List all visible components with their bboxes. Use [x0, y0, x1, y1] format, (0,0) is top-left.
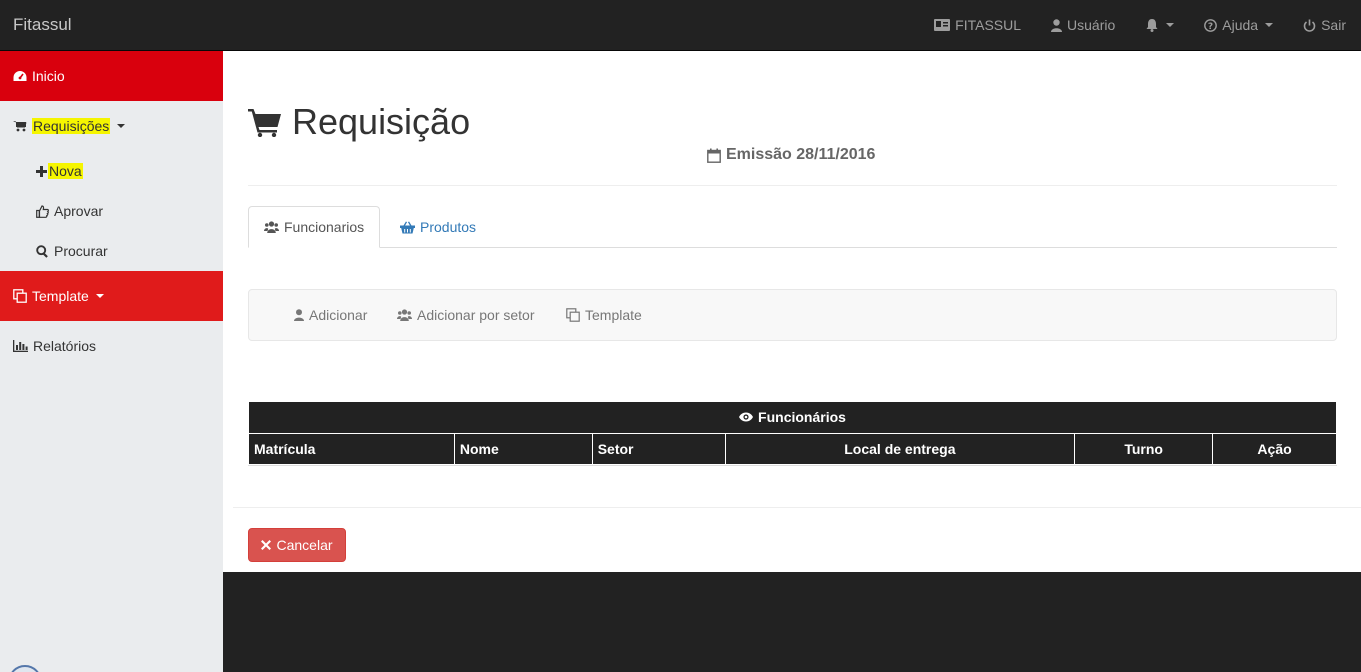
bar-chart-icon	[13, 340, 28, 352]
add-by-sector-label: Adicionar por setor	[417, 307, 535, 323]
nav-logout-label: Sair	[1321, 17, 1346, 33]
employees-table: Funcionários Matrícula Nome Setor Local …	[248, 402, 1337, 465]
plus-icon	[36, 165, 47, 177]
divider	[248, 185, 1337, 186]
main-content: Requisição Emissão 28/11/2016 Funcionari…	[223, 51, 1361, 572]
nav-help[interactable]: ? Ajuda	[1189, 0, 1288, 50]
shopping-cart-icon	[13, 120, 27, 132]
bell-icon	[1145, 18, 1159, 32]
sidebar-item-aprovar[interactable]: Aprovar	[0, 191, 223, 231]
table-bottom-border	[248, 465, 1337, 466]
power-icon	[1303, 19, 1316, 32]
copy-icon	[566, 308, 580, 322]
table-caption: Funcionários	[248, 402, 1337, 434]
column-header-setor[interactable]: Setor	[591, 433, 726, 465]
nav-help-label: Ajuda	[1222, 17, 1259, 33]
sidebar-label-requisicoes: Requisições	[32, 118, 111, 134]
emission-date: Emissão 28/11/2016	[707, 146, 875, 164]
column-header-nome[interactable]: Nome	[453, 433, 593, 465]
tab-funcionarios[interactable]: Funcionarios	[248, 206, 381, 248]
sidebar-label-procurar: Procurar	[54, 243, 108, 259]
sidebar: Inicio Requisições Nova Aprovar Procurar…	[0, 51, 223, 672]
nav-logout[interactable]: Sair	[1288, 0, 1361, 50]
sidebar-item-relatorios[interactable]: Relatórios	[0, 326, 223, 366]
user-icon	[294, 309, 304, 321]
question-circle-icon: ?	[1204, 18, 1218, 32]
sidebar-label-inicio: Inicio	[32, 68, 65, 84]
divider	[233, 507, 1361, 508]
cancel-button-label: Cancelar	[276, 537, 333, 553]
sidebar-item-template[interactable]: Template	[0, 271, 223, 321]
sidebar-item-procurar[interactable]: Procurar	[0, 231, 223, 271]
sidebar-label-template: Template	[32, 288, 89, 304]
svg-text:?: ?	[1208, 22, 1213, 32]
page-title-text: Requisição	[292, 101, 471, 142]
tab-bar: Funcionarios Produtos	[248, 206, 1337, 248]
column-header-acao[interactable]: Ação	[1212, 433, 1337, 465]
tab-produtos[interactable]: Produtos	[385, 206, 491, 248]
add-by-sector-button[interactable]: Adicionar por setor	[397, 290, 535, 340]
nav-user[interactable]: Usuário	[1036, 0, 1130, 50]
column-header-turno[interactable]: Turno	[1074, 433, 1214, 465]
users-icon	[397, 309, 412, 321]
eye-icon	[739, 412, 754, 422]
chevron-down-icon	[117, 124, 126, 128]
sidebar-item-nova[interactable]: Nova	[0, 151, 223, 191]
users-icon	[264, 221, 279, 233]
chevron-down-icon	[1265, 23, 1274, 27]
basket-icon	[400, 220, 415, 234]
add-button[interactable]: Adicionar	[294, 290, 367, 340]
thumbs-up-icon	[36, 204, 49, 218]
chevron-down-icon	[95, 294, 104, 298]
emission-date-text: Emissão 28/11/2016	[726, 146, 876, 163]
table-caption-text: Funcionários	[758, 409, 846, 426]
search-icon	[36, 244, 49, 258]
sidebar-label-aprovar: Aprovar	[54, 203, 104, 219]
copy-icon	[13, 289, 27, 303]
top-navbar: Fitassul FITASSUL Usuário ? Ajuda Sair	[0, 0, 1361, 51]
template-button-label: Template	[585, 307, 642, 323]
id-card-icon	[934, 19, 951, 31]
chevron-down-icon	[1166, 23, 1175, 27]
cancel-button[interactable]: Cancelar	[248, 528, 346, 562]
nav-user-label: Usuário	[1067, 17, 1116, 33]
tab-funcionarios-label: Funcionarios	[284, 219, 365, 235]
sidebar-label-nova: Nova	[48, 163, 83, 179]
footer-area	[223, 572, 1361, 672]
user-icon	[1051, 18, 1063, 32]
calendar-icon	[707, 148, 721, 163]
add-button-label: Adicionar	[309, 307, 368, 323]
shopping-cart-icon	[248, 107, 282, 137]
dashboard-icon	[13, 70, 27, 82]
template-button[interactable]: Template	[566, 290, 642, 340]
tab-produtos-label: Produtos	[420, 219, 477, 235]
close-icon	[261, 540, 272, 550]
avatar[interactable]	[8, 665, 42, 672]
column-header-local-entrega[interactable]: Local de entrega	[724, 433, 1076, 465]
sidebar-item-inicio[interactable]: Inicio	[0, 51, 223, 101]
sidebar-item-requisicoes[interactable]: Requisições	[0, 106, 223, 146]
page-title: Requisição	[248, 101, 470, 143]
nav-company-label: FITASSUL	[955, 17, 1022, 33]
table-header-row: Matrícula Nome Setor Local de entrega Tu…	[248, 433, 1337, 465]
navbar-right: FITASSUL Usuário ? Ajuda Sair	[919, 0, 1361, 50]
column-header-matricula[interactable]: Matrícula	[248, 433, 455, 465]
action-toolbar: Adicionar Adicionar por setor Template	[248, 289, 1337, 341]
sidebar-label-relatorios: Relatórios	[33, 338, 97, 354]
nav-notifications[interactable]	[1130, 0, 1189, 50]
nav-company[interactable]: FITASSUL	[919, 0, 1036, 50]
brand-link[interactable]: Fitassul	[13, 15, 72, 35]
